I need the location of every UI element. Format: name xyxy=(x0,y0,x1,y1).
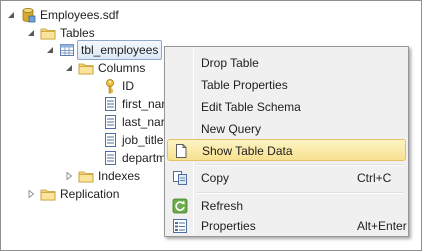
key-icon xyxy=(102,78,118,94)
menu-item-label: Properties xyxy=(201,219,256,233)
tree-node-replication[interactable]: Replication xyxy=(26,184,119,204)
expand-arrow-icon[interactable] xyxy=(64,63,74,73)
tree-node-column[interactable]: first_nar xyxy=(102,94,165,114)
document-icon xyxy=(173,143,189,159)
tree-node-columns[interactable]: Columns xyxy=(64,58,145,78)
tree-node-column-id[interactable]: ID xyxy=(102,76,134,96)
menu-item-new-query[interactable]: New Query xyxy=(167,118,406,140)
indexes-label: Indexes xyxy=(98,169,141,183)
expand-arrow-icon[interactable] xyxy=(6,10,16,20)
collapsed-arrow-icon[interactable] xyxy=(64,171,74,181)
tree-node-indexes[interactable]: Indexes xyxy=(64,166,140,186)
menu-item-drop-table[interactable]: Drop Table xyxy=(167,52,406,74)
folder-icon xyxy=(78,168,94,184)
menu-item-show-table-data[interactable]: Show Table Data xyxy=(167,139,406,161)
column-label: ID xyxy=(122,79,134,93)
menu-item-shortcut: Ctrl+C xyxy=(357,171,392,185)
column-icon xyxy=(102,96,118,112)
collapsed-arrow-icon[interactable] xyxy=(26,189,36,199)
context-menu: Drop Table Table Properties Edit Table S… xyxy=(164,46,409,237)
menu-item-label: Copy xyxy=(201,171,230,185)
menu-item-label: Drop Table xyxy=(201,56,259,70)
properties-icon xyxy=(172,218,188,234)
database-icon xyxy=(20,7,36,23)
column-icon xyxy=(102,114,118,130)
menu-item-properties[interactable]: Properties Alt+Enter xyxy=(167,215,407,237)
menu-item-label: Edit Table Schema xyxy=(201,100,301,114)
menu-item-label: Refresh xyxy=(201,199,244,213)
tree-node-database[interactable]: Employees.sdf xyxy=(6,5,119,25)
folder-icon xyxy=(78,60,94,76)
database-label: Employees.sdf xyxy=(40,8,119,22)
tables-label: Tables xyxy=(60,26,95,40)
columns-label: Columns xyxy=(98,61,146,75)
copy-icon xyxy=(172,170,188,186)
column-icon xyxy=(102,150,118,166)
refresh-icon xyxy=(172,198,188,214)
server-explorer-panel: Employees.sdf Tables tbl_employees Colum… xyxy=(0,0,422,251)
menu-item-table-properties[interactable]: Table Properties xyxy=(167,74,406,96)
menu-item-copy[interactable]: Copy Ctrl+C xyxy=(167,167,406,189)
tree-node-column[interactable]: job_title xyxy=(102,130,163,150)
expand-arrow-icon[interactable] xyxy=(26,28,36,38)
menu-item-shortcut: Alt+Enter xyxy=(357,219,407,233)
tree-node-column[interactable]: last_nar xyxy=(102,112,165,132)
column-label: job_title xyxy=(122,133,164,147)
folder-icon xyxy=(40,25,56,41)
menu-item-edit-table-schema[interactable]: Edit Table Schema xyxy=(167,96,406,118)
tree-node-column[interactable]: departm xyxy=(102,148,166,168)
column-label: first_nar xyxy=(122,97,166,111)
menu-item-label: Show Table Data xyxy=(202,144,293,158)
menu-separator xyxy=(196,192,404,194)
menu-separator xyxy=(196,164,404,166)
replication-label: Replication xyxy=(60,187,120,201)
menu-item-refresh[interactable]: Refresh xyxy=(167,195,406,217)
folder-icon xyxy=(40,186,56,202)
menu-item-label: Table Properties xyxy=(201,78,288,92)
column-icon xyxy=(102,132,118,148)
table-icon xyxy=(59,42,75,58)
menu-item-label: New Query xyxy=(201,122,262,136)
column-label: last_nar xyxy=(122,115,165,129)
column-label: departm xyxy=(122,151,167,165)
tree-node-tbl-employees[interactable]: tbl_employees xyxy=(45,40,163,60)
tbl-employees-label: tbl_employees xyxy=(77,40,163,60)
expand-arrow-icon[interactable] xyxy=(45,45,55,55)
